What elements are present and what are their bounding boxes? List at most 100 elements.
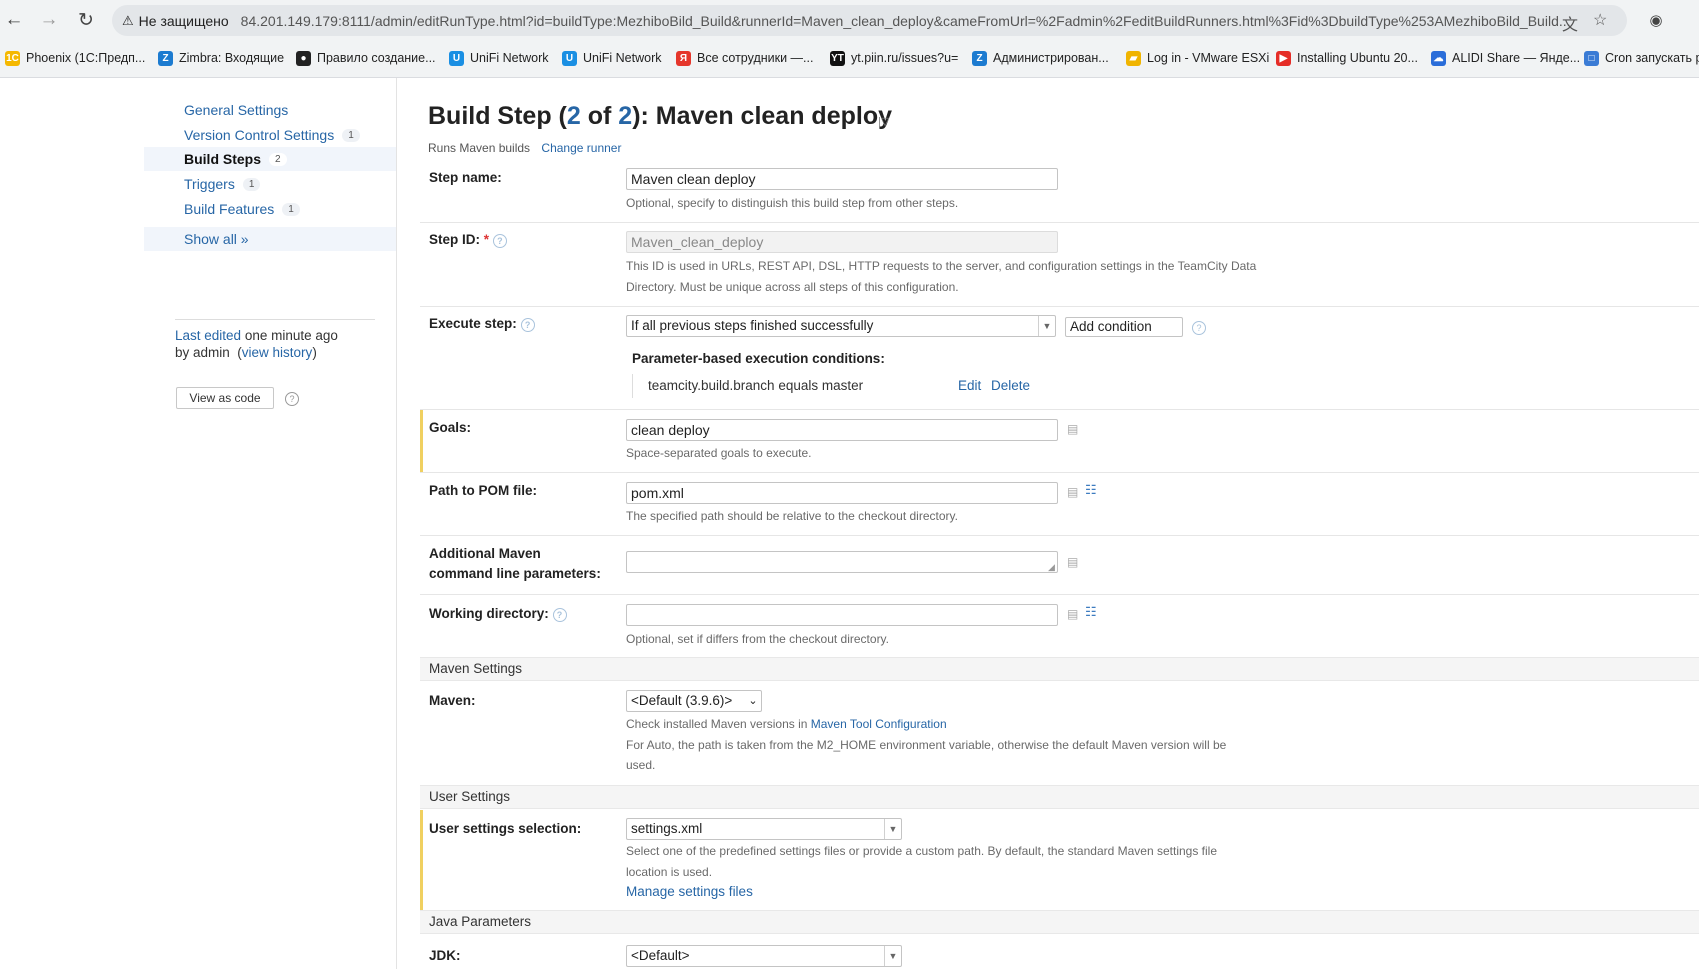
sidebar-item-version-control[interactable]: Version Control Settings 1 [144, 123, 396, 147]
sidebar-item-label[interactable]: General Settings [184, 102, 288, 118]
additional-params-textarea[interactable] [626, 551, 1058, 573]
bookmark-item[interactable]: U UniFi Network [562, 48, 662, 68]
expand-editor-icon[interactable]: ▤ [1067, 555, 1078, 569]
sidebar-item-triggers[interactable]: Triggers 1 [144, 172, 396, 196]
chevron-down-icon[interactable]: ▼ [1038, 316, 1055, 336]
condition-delete-link[interactable]: Delete [991, 378, 1030, 393]
edited-by: by admin [175, 345, 230, 360]
bookmark-star-icon[interactable]: ☆ [1593, 10, 1607, 30]
sidebar: General Settings Version Control Setting… [0, 78, 397, 969]
bookmark-label: Phoenix (1С:Предп... [26, 51, 146, 65]
goals-input[interactable] [626, 419, 1058, 441]
bookmark-item[interactable]: ▶ Installing Ubuntu 20... [1276, 48, 1418, 68]
bookmark-label: Администрирован... [993, 51, 1109, 65]
row-divider [420, 472, 1699, 473]
step-id-label: Step ID: [429, 232, 481, 247]
pom-hint: The specified path should be relative to… [626, 509, 958, 523]
sidebar-item-build-features[interactable]: Build Features 1 [144, 197, 396, 221]
bookmark-label: Cron запускать р [1605, 51, 1699, 65]
chevron-down-icon[interactable]: |▽ [878, 115, 889, 128]
file-tree-icon[interactable]: ☷ [1085, 482, 1097, 498]
step-total[interactable]: 2 [618, 102, 632, 130]
translate-icon[interactable]: 文 [1562, 11, 1578, 35]
view-as-code-button[interactable]: View as code [176, 387, 274, 409]
execute-step-select[interactable]: If all previous steps finished successfu… [626, 315, 1056, 337]
sidebar-item-label[interactable]: Build Features [184, 201, 274, 217]
count-badge: 2 [269, 152, 287, 166]
expand-editor-icon[interactable]: ▤ [1067, 422, 1078, 436]
pom-path-input[interactable] [626, 482, 1058, 504]
bookmark-item[interactable]: ☁ ALIDI Share — Янде... [1431, 48, 1580, 68]
last-edited-link[interactable]: Last edited [175, 328, 241, 343]
param-conditions-title: Parameter-based execution conditions: [632, 351, 885, 366]
github-icon: ● [296, 50, 311, 66]
step-id-hint: This ID is used in URLs, REST API, DSL, … [626, 259, 1257, 273]
user-settings-select[interactable]: settings.xml ▼ [626, 818, 902, 840]
maven-hint-2: For Auto, the path is taken from the M2_… [626, 738, 1227, 752]
additional-params-label-1: Additional Maven [429, 546, 541, 561]
step-id-hint-2: Directory. Must be unique across all ste… [626, 280, 959, 294]
working-dir-hint: Optional, set if differs from the checko… [626, 632, 890, 646]
bookmark-item[interactable]: □ Cron запускать р [1584, 48, 1699, 68]
address-bar[interactable]: ⚠ Не защищено 84.201.149.179:8111/admin/… [112, 5, 1627, 36]
help-icon[interactable]: ? [285, 392, 299, 406]
execute-step-label-wrap: Execute step: ? [429, 314, 535, 334]
view-history-link[interactable]: view history [242, 345, 313, 360]
help-icon[interactable]: ? [492, 234, 507, 248]
bookmark-item[interactable]: YT yt.piin.ru/issues?u= [830, 48, 958, 68]
maven-hint-prefix: Check installed Maven versions in [626, 717, 808, 731]
sidebar-item-show-all[interactable]: Show all » [144, 227, 396, 251]
bookmark-item[interactable]: ▰ Log in - VMware ESXi [1126, 48, 1269, 68]
step-id-input[interactable] [626, 231, 1058, 253]
sidebar-item-label[interactable]: Version Control Settings [184, 127, 334, 143]
show-all-link[interactable]: Show all » [184, 231, 249, 247]
bookmark-item[interactable]: ● Правило создание... [296, 48, 436, 68]
bookmark-item[interactable]: Я Все сотрудники —... [676, 48, 813, 68]
file-tree-icon[interactable]: ☷ [1085, 604, 1097, 620]
chevron-down-icon[interactable]: ▼ [884, 946, 901, 966]
reload-icon[interactable]: ↻ [72, 6, 100, 34]
change-runner-link[interactable]: Change runner [541, 141, 621, 155]
bookmarks-bar: 1C Phoenix (1С:Предп... Z Zimbra: Входящие ●… [0, 40, 1699, 78]
execute-step-value: If all previous steps finished successfu… [631, 318, 874, 333]
help-icon[interactable]: ? [552, 608, 567, 622]
unifi-icon: U [449, 50, 464, 66]
forward-arrow-icon[interactable]: → [35, 6, 63, 34]
user-settings-hint-2: location is used. [626, 865, 713, 879]
bookmark-item[interactable]: U UniFi Network [449, 48, 549, 68]
working-dir-input[interactable] [626, 604, 1058, 626]
security-indicator[interactable]: ⚠ Не защищено [122, 13, 229, 29]
bookmark-item[interactable]: 1C Phoenix (1С:Предп... [5, 48, 145, 68]
step-number: 2 [566, 102, 581, 130]
resize-handle-icon[interactable]: ◢ [1048, 562, 1055, 573]
help-icon[interactable]: ? [520, 318, 535, 332]
expand-editor-icon[interactable]: ▤ [1067, 607, 1078, 621]
chevron-down-icon[interactable]: ▼ [884, 819, 901, 839]
add-condition-button[interactable]: Add condition [1065, 317, 1183, 337]
url-text[interactable]: 84.201.149.179:8111/admin/editRunType.ht… [241, 13, 1581, 29]
manage-settings-link[interactable]: Manage settings files [626, 884, 753, 899]
condition-edit-link[interactable]: Edit [958, 378, 981, 393]
chevron-down-icon[interactable]: ⌄ [745, 691, 761, 711]
bookmark-label: Log in - VMware ESXi [1147, 51, 1270, 65]
sidebar-item-general-settings[interactable]: General Settings [144, 98, 396, 122]
bookmark-item[interactable]: Z Zimbra: Входящие [158, 48, 284, 68]
step-name-input[interactable] [626, 168, 1058, 190]
extension-icon[interactable]: ◉ [1642, 6, 1670, 34]
youtrack-icon: YT [830, 50, 845, 66]
vmware-icon: ▰ [1126, 50, 1141, 66]
condition-rule [632, 374, 633, 398]
sidebar-item-label[interactable]: Build Steps [184, 151, 261, 167]
bookmark-item[interactable]: Z Администрирован... [972, 48, 1109, 68]
maven-version-select[interactable]: <Default (3.9.6)> ⌄ [626, 690, 762, 712]
jdk-select[interactable]: <Default> ▼ [626, 945, 902, 967]
back-arrow-icon[interactable]: ← [0, 6, 28, 34]
maven-tool-config-link[interactable]: Maven Tool Configuration [811, 717, 947, 731]
goals-label: Goals: [429, 420, 472, 435]
sidebar-item-label[interactable]: Triggers [184, 176, 235, 192]
sidebar-item-build-steps[interactable]: Build Steps 2 [144, 147, 396, 171]
help-icon[interactable]: ? [1192, 321, 1206, 335]
expand-editor-icon[interactable]: ▤ [1067, 485, 1078, 499]
yandex-icon: Я [676, 50, 691, 66]
add-condition-label: Add condition [1070, 319, 1152, 334]
